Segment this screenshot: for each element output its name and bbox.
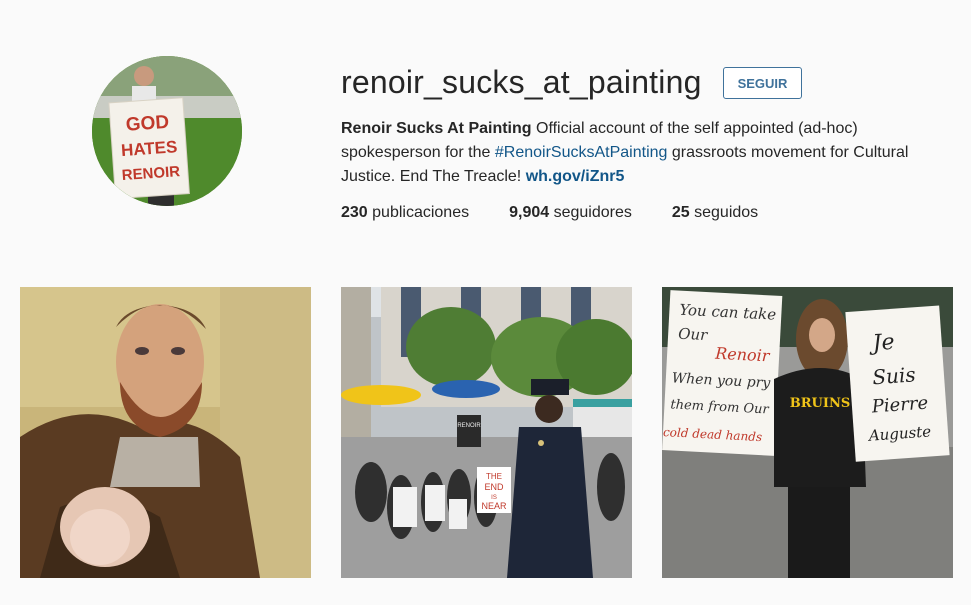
protest-sign-text: THE xyxy=(486,472,502,481)
profile-stats: 230 publicaciones 9,904 seguidores 25 se… xyxy=(341,204,941,222)
posts-count-label: publicaciones xyxy=(367,204,470,221)
sign-text: Renoir xyxy=(714,344,771,366)
bio-hashtag-link[interactable]: #RenoirSucksAtPainting xyxy=(495,144,668,161)
protest-sign-text: END xyxy=(484,482,504,492)
username-row: renoir_sucks_at_painting SEGUIR xyxy=(341,62,941,102)
bio-full-name: Renoir Sucks At Painting xyxy=(341,120,532,137)
sign-text: Our xyxy=(678,325,709,345)
profile-header: renoir_sucks_at_painting SEGUIR Renoir S… xyxy=(341,62,941,222)
following-count-label: seguidos xyxy=(689,204,759,221)
username: renoir_sucks_at_painting xyxy=(341,64,702,100)
followers-count-number: 9,904 xyxy=(509,204,550,221)
profile-bio: Renoir Sucks At Painting Official accoun… xyxy=(341,117,941,189)
post-thumbnail-protest-street[interactable]: RENOIR THE END IS NEAR xyxy=(341,287,632,578)
follow-button[interactable]: SEGUIR xyxy=(722,67,803,99)
posts-count-number: 230 xyxy=(341,204,368,221)
avatar-sign-line: HATES xyxy=(120,137,178,160)
bio-external-link[interactable]: wh.gov/iZnr5 xyxy=(526,168,625,185)
protest-sign-text: RENOIR xyxy=(457,423,481,429)
following-count-number: 25 xyxy=(671,204,690,221)
post-thumbnail-painting[interactable] xyxy=(20,287,311,578)
jacket-lettering: BRUINS xyxy=(790,396,850,411)
following-count[interactable]: 25 seguidos xyxy=(672,204,758,222)
followers-count-label: seguidores xyxy=(549,204,632,221)
followers-count[interactable]: 9,904 seguidores xyxy=(509,204,632,222)
avatar-sign-line: GOD xyxy=(125,112,170,136)
profile-avatar[interactable]: GOD HATES RENOIR xyxy=(92,56,242,206)
protest-sign-text: NEAR xyxy=(481,501,507,511)
sign-text: Suis xyxy=(872,362,917,389)
posts-grid: RENOIR THE END IS NEAR You can take Our xyxy=(20,287,953,578)
posts-count: 230 publicaciones xyxy=(341,204,469,222)
sign-text: Pierre xyxy=(870,393,929,418)
post-thumbnail-protest-signs[interactable]: You can take Our Renoir When you pry the… xyxy=(662,287,953,578)
